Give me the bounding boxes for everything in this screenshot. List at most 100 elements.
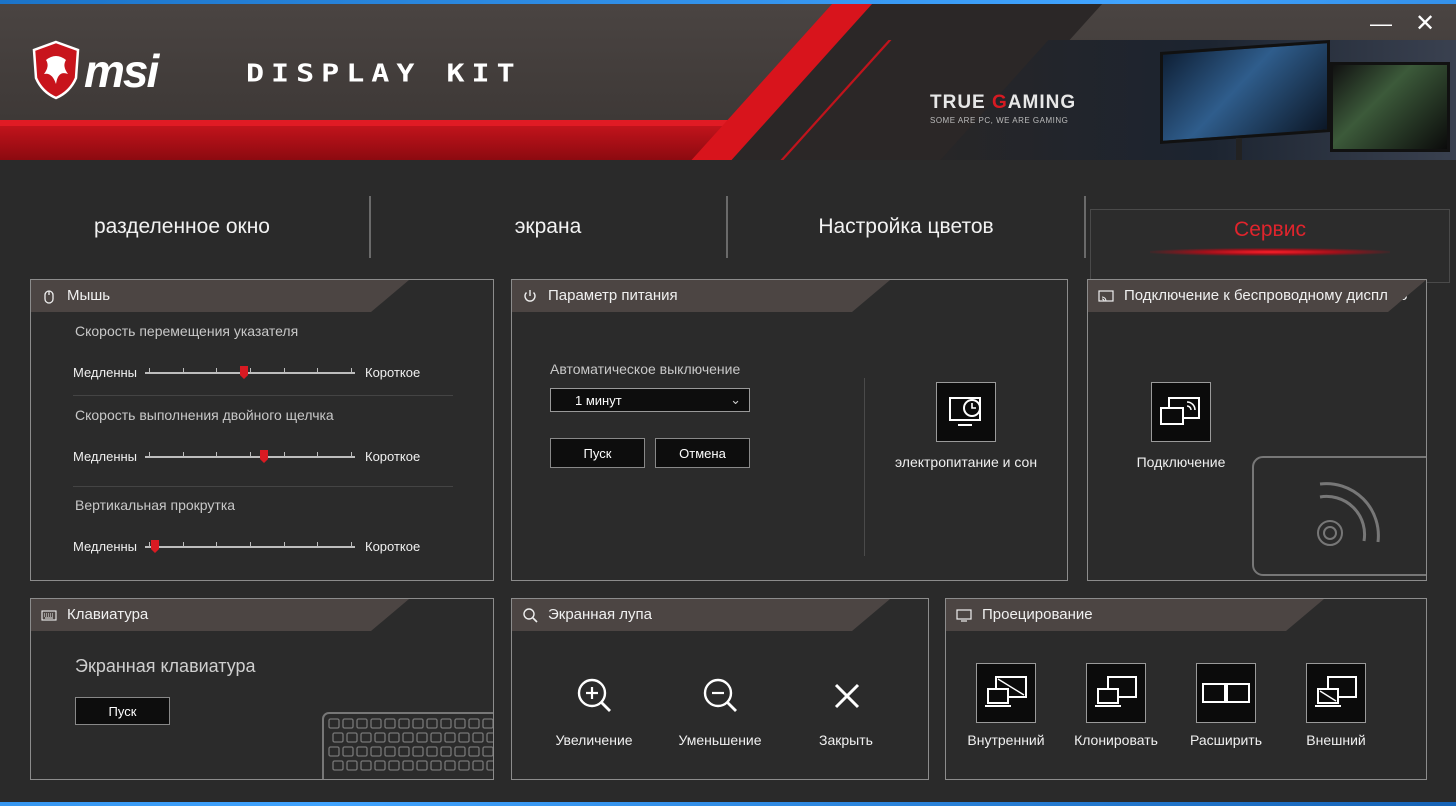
keyboard-panel-header: Клавиатура bbox=[31, 599, 409, 631]
zoom-out-label: Уменьшение bbox=[678, 732, 762, 748]
monitor-image-secondary bbox=[1330, 62, 1450, 152]
power-cancel-button[interactable]: Отмена bbox=[655, 438, 750, 468]
keyboard-key-shape bbox=[468, 718, 480, 729]
keyboard-key-shape bbox=[454, 746, 466, 757]
slider-tick bbox=[216, 368, 217, 374]
keyboard-key-shape bbox=[440, 746, 452, 757]
duplicate-screen-icon bbox=[1095, 676, 1137, 707]
monitor-image bbox=[1160, 40, 1330, 144]
keyboard-key-shape bbox=[328, 746, 340, 757]
projection-internal-button[interactable] bbox=[976, 663, 1036, 723]
slider-tick bbox=[317, 452, 318, 458]
slider-thumb[interactable] bbox=[260, 450, 268, 463]
slider-tick bbox=[284, 542, 285, 548]
msi-dragon-shield-icon bbox=[32, 40, 80, 100]
slider-tick bbox=[216, 542, 217, 548]
slider-tick bbox=[351, 368, 352, 374]
tab-split-window[interactable]: разделенное окно bbox=[0, 194, 364, 260]
magnifier-panel-header: Экранная лупа bbox=[512, 599, 890, 631]
slider-tick bbox=[183, 452, 184, 458]
keyboard-key-shape bbox=[398, 746, 410, 757]
wireless-panel-header: Подключение к беспроводному дисплею bbox=[1088, 280, 1426, 312]
keyboard-key-shape bbox=[430, 732, 442, 743]
wireless-display-illustration-icon bbox=[1252, 456, 1426, 576]
keyboard-key-shape bbox=[374, 760, 386, 771]
double-click-min-label: Медленны bbox=[73, 449, 138, 464]
pointer-speed-label: Скорость перемещения указателя bbox=[75, 323, 299, 339]
power-panel: Параметр питания Автоматическое выключен… bbox=[511, 279, 1068, 581]
slider-thumb[interactable] bbox=[151, 540, 159, 553]
keyboard-key-shape bbox=[472, 760, 484, 771]
magnifier-close-button[interactable] bbox=[830, 679, 864, 713]
second-screen-only-icon bbox=[1315, 676, 1357, 707]
banner-subtitle: SOME ARE PC, WE ARE GAMING bbox=[930, 116, 1069, 125]
projection-internal-label: Внутренний bbox=[967, 732, 1045, 748]
wireless-display-panel: Подключение к беспроводному дисплею Подк… bbox=[1087, 279, 1427, 581]
mouse-icon bbox=[44, 290, 54, 304]
keyboard-key-shape bbox=[486, 760, 493, 771]
divider bbox=[73, 486, 453, 487]
projection-clone-button[interactable] bbox=[1086, 663, 1146, 723]
power-sleep-icon bbox=[949, 397, 981, 426]
keyboard-icon bbox=[41, 610, 57, 621]
true-gaming-banner: TRUE GAMING SOME ARE PC, WE ARE GAMING bbox=[930, 92, 1076, 125]
projection-extend-button[interactable] bbox=[1196, 663, 1256, 723]
close-window-button[interactable]: ✕ bbox=[1410, 10, 1440, 38]
wireless-connect-button[interactable] bbox=[1151, 382, 1211, 442]
auto-off-label: Автоматическое выключение bbox=[550, 361, 741, 377]
banner-title-g: G bbox=[992, 92, 1008, 113]
slider-tick bbox=[149, 368, 150, 374]
keyboard-key-shape bbox=[402, 732, 414, 743]
zoom-out-button[interactable] bbox=[700, 675, 740, 715]
slider-tick bbox=[351, 542, 352, 548]
zoom-in-button[interactable] bbox=[574, 675, 614, 715]
tab-service[interactable]: Сервис bbox=[1090, 209, 1450, 283]
double-click-max-label: Короткое bbox=[365, 449, 421, 464]
mouse-panel-header: Мышь bbox=[31, 280, 409, 312]
keyboard-key-shape bbox=[370, 746, 382, 757]
keyboard-key-shape bbox=[444, 760, 456, 771]
pointer-speed-max-label: Короткое bbox=[365, 365, 421, 380]
product-title: DISPLAY KIT bbox=[246, 59, 522, 88]
double-click-slider[interactable] bbox=[145, 449, 355, 465]
keyboard-key-shape bbox=[328, 718, 340, 729]
keyboard-key-shape bbox=[356, 746, 368, 757]
keyboard-key-shape bbox=[398, 718, 410, 729]
mouse-panel: Мышь Скорость перемещения указателя Медл… bbox=[30, 279, 494, 581]
keyboard-key-shape bbox=[458, 760, 470, 771]
minimize-button[interactable]: — bbox=[1366, 10, 1396, 38]
cast-icon bbox=[1098, 290, 1114, 302]
slider-tick bbox=[250, 368, 251, 374]
keyboard-key-shape bbox=[444, 732, 456, 743]
tab-color-settings[interactable]: Настройка цветов bbox=[729, 194, 1083, 260]
zoom-in-icon bbox=[577, 678, 611, 712]
slider-tick bbox=[149, 542, 150, 548]
keyboard-key-shape bbox=[482, 718, 493, 729]
power-start-button[interactable]: Пуск bbox=[550, 438, 645, 468]
vertical-scroll-slider[interactable] bbox=[145, 539, 355, 555]
magnifier-panel-title: Экранная лупа bbox=[548, 606, 652, 623]
osk-start-button[interactable]: Пуск bbox=[75, 697, 170, 725]
mouse-panel-title: Мышь bbox=[67, 287, 111, 304]
power-sleep-button[interactable] bbox=[936, 382, 996, 442]
display-kit-window: msi DISPLAY KIT TRUE GAMING SOME ARE PC,… bbox=[0, 4, 1456, 802]
vertical-scroll-max-label: Короткое bbox=[365, 539, 421, 554]
wireless-connect-icon bbox=[1160, 397, 1200, 425]
slider-thumb[interactable] bbox=[240, 366, 248, 379]
tab-separator bbox=[369, 196, 371, 258]
auto-off-dropdown[interactable]: 1 минут ⌄ bbox=[550, 388, 750, 412]
active-tab-glow bbox=[1150, 248, 1390, 256]
pointer-speed-slider[interactable] bbox=[145, 365, 355, 381]
header-banner: msi DISPLAY KIT TRUE GAMING SOME ARE PC,… bbox=[0, 4, 1456, 160]
keyboard-key-shape bbox=[472, 732, 484, 743]
monitor-stand bbox=[1236, 138, 1242, 160]
keyboard-key-shape bbox=[454, 718, 466, 729]
zoom-in-label: Увеличение bbox=[555, 732, 633, 748]
power-icon bbox=[524, 290, 536, 302]
tab-screen[interactable]: экрана bbox=[372, 194, 724, 260]
projection-panel-title: Проецирование bbox=[982, 606, 1093, 623]
projection-external-button[interactable] bbox=[1306, 663, 1366, 723]
keyboard-key-shape bbox=[412, 718, 424, 729]
keyboard-key-shape bbox=[384, 746, 396, 757]
power-panel-title: Параметр питания bbox=[548, 287, 678, 304]
